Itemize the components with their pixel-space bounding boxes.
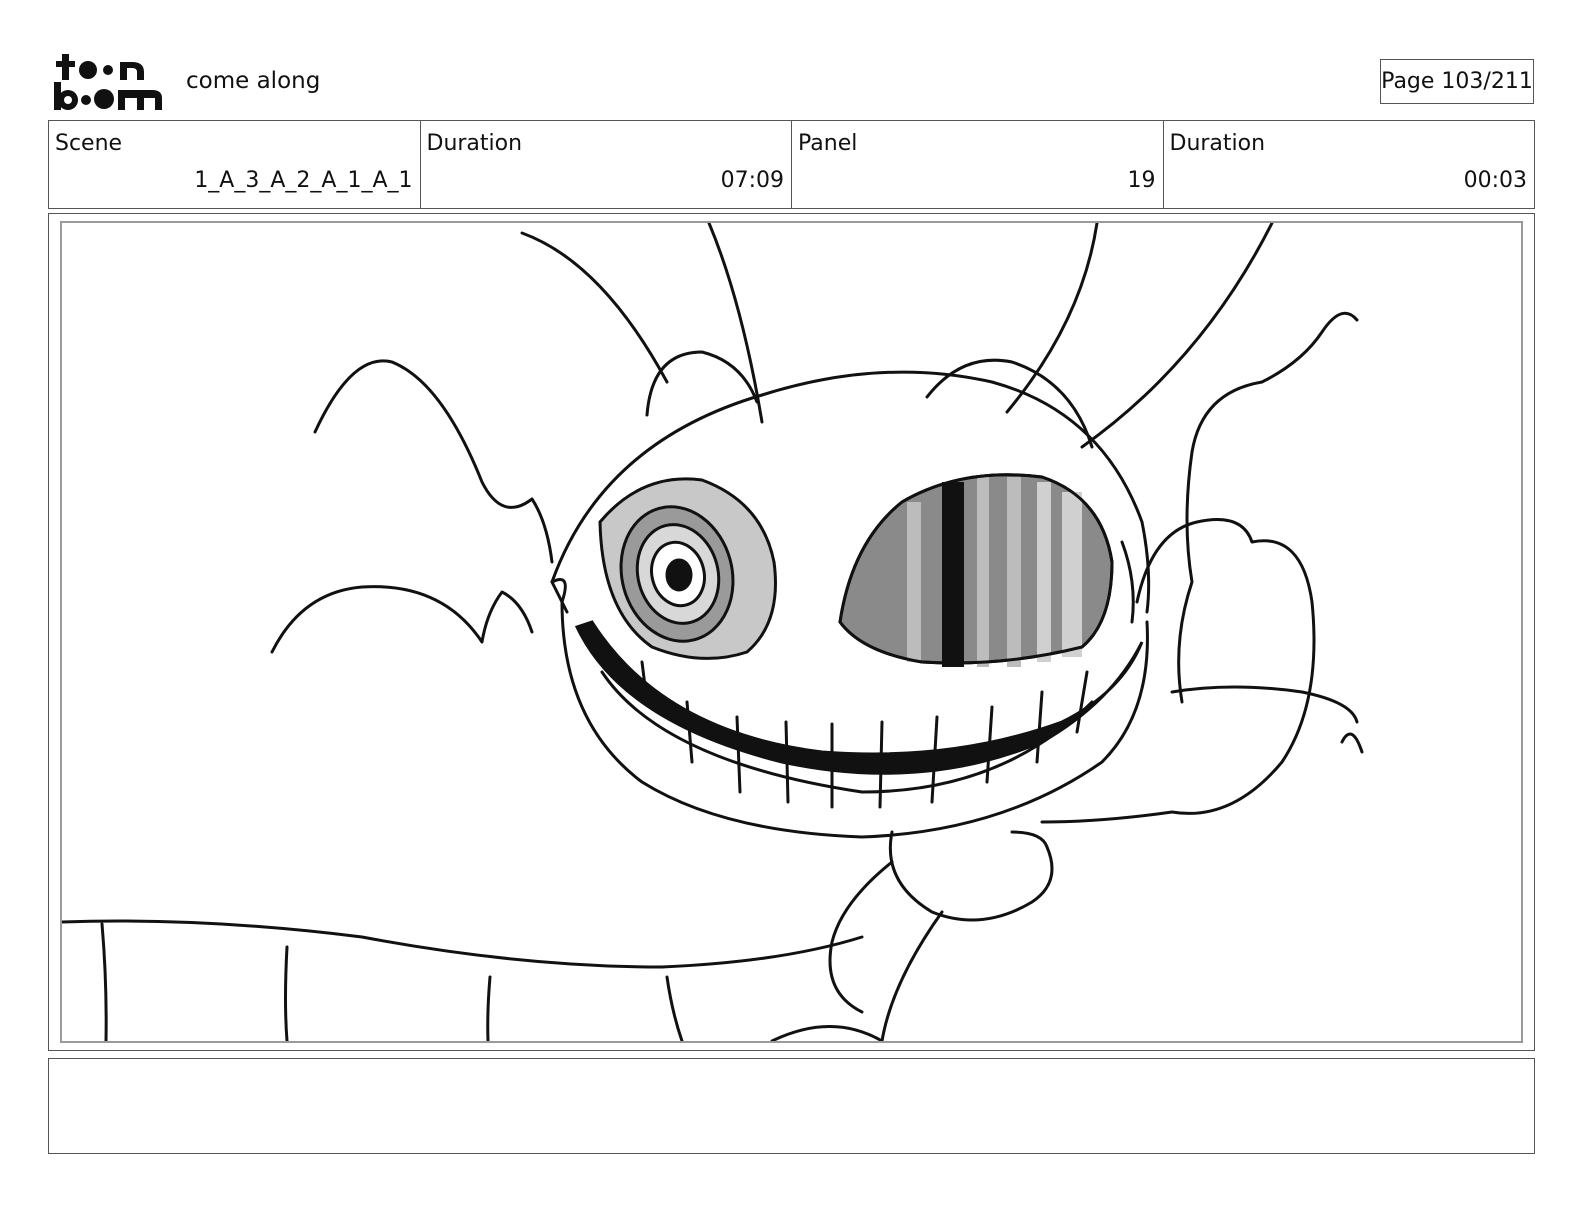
scene-duration-value: 07:09	[720, 168, 784, 193]
panel-duration-label: Duration	[1169, 131, 1266, 156]
panel-value: 19	[1127, 168, 1156, 193]
scene-cell: Scene 1_A_3_A_2_A_1_A_1	[49, 121, 421, 208]
panel-duration-value: 00:03	[1463, 168, 1527, 193]
scene-duration-label: Duration	[426, 131, 523, 156]
scene-label: Scene	[55, 131, 123, 156]
scene-duration-cell: Duration 07:09	[421, 121, 792, 208]
project-title: come along	[186, 68, 321, 94]
toon-boom-logo	[54, 54, 162, 110]
notes-box	[48, 1058, 1535, 1154]
scene-value: 1_A_3_A_2_A_1_A_1	[194, 168, 413, 193]
panel-cell: Panel 19	[792, 121, 1164, 208]
page-number: Page 103/211	[1380, 59, 1534, 104]
storyboard-panel	[60, 221, 1523, 1043]
panel-duration-cell: Duration 00:03	[1164, 121, 1535, 208]
panel-label: Panel	[798, 131, 858, 156]
info-row: Scene 1_A_3_A_2_A_1_A_1 Duration 07:09 P…	[48, 120, 1535, 209]
storyboard-drawing	[62, 223, 1364, 1041]
